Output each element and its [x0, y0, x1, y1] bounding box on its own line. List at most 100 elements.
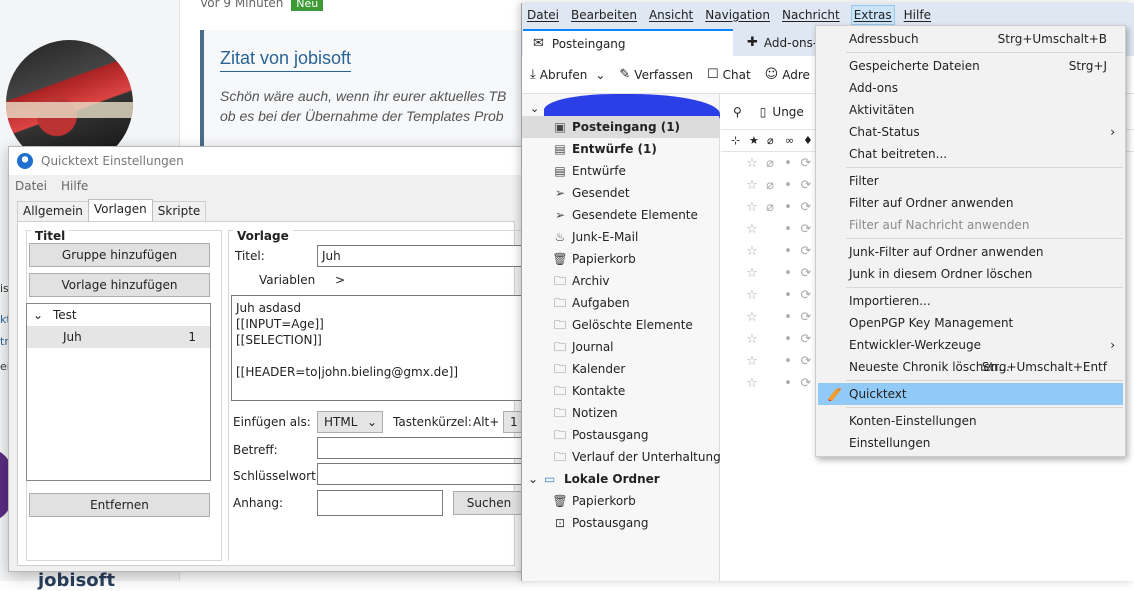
menu-item-aktivitäten[interactable]: Aktivitäten	[816, 99, 1125, 121]
folder-item[interactable]: 🗀 Notizen	[522, 402, 719, 424]
variables-expand-icon[interactable]: >	[335, 273, 345, 287]
tab-inbox[interactable]: ✉ Posteingang	[523, 29, 733, 56]
junk-status-icon[interactable]: ⟳	[797, 288, 815, 303]
window-titlebar[interactable]: Quicktext Einstellungen	[9, 147, 522, 175]
menu-item-adressbuch[interactable]: Adressbuch Strg+Umschalt+B	[816, 28, 1125, 50]
attachment-input[interactable]	[317, 490, 443, 516]
read-status-icon[interactable]: •	[779, 222, 797, 237]
junk-status-icon[interactable]: ⟳	[797, 266, 815, 281]
menu-item-importieren[interactable]: Importieren...	[816, 290, 1125, 312]
menu-item-chat-status[interactable]: Chat-Status ›	[816, 121, 1125, 143]
folder-item[interactable]: 🗀 Gelöschte Elemente	[522, 314, 719, 336]
star-icon[interactable]: ☆	[743, 222, 761, 237]
local-folders-row[interactable]: ⌄ ▭ Lokale Ordner	[522, 468, 719, 490]
folder-item[interactable]: ♨ Junk-E-Mail	[522, 226, 719, 248]
star-icon[interactable]: ☆	[743, 288, 761, 303]
attachment-column-icon[interactable]: ⌀	[767, 134, 785, 147]
quote-author-link[interactable]: Zitat von jobisoft	[220, 48, 352, 72]
chevron-down-icon[interactable]: ⌄	[528, 468, 538, 490]
read-status-icon[interactable]: •	[779, 376, 797, 391]
folder-item[interactable]: 🗀 Verlauf der Unterhaltung	[522, 446, 721, 468]
menu-item-junk-in-diesem-ordner-löschen[interactable]: Junk in diesem Ordner löschen	[816, 263, 1125, 285]
folder-item[interactable]: 🗑 Papierkorb	[522, 248, 719, 270]
menu-extras[interactable]: Extras	[850, 4, 895, 25]
chevron-down-icon[interactable]: ⌄	[33, 304, 43, 326]
folder-item[interactable]: 🗀 Kalender	[522, 358, 719, 380]
unread-filter-label[interactable]: Unge	[772, 105, 803, 119]
menu-item-add-ons[interactable]: Add-ons	[816, 77, 1125, 99]
read-status-icon[interactable]: •	[779, 200, 797, 215]
pin-icon[interactable]: ⚲	[733, 105, 742, 119]
menu-item-chat-beitreten[interactable]: Chat beitreten...	[816, 143, 1125, 165]
keyword-input[interactable]	[317, 463, 529, 485]
chevron-down-icon[interactable]: ⌄	[595, 68, 605, 82]
junk-status-icon[interactable]: ⟳	[797, 310, 815, 325]
menu-navigation[interactable]: Navigation	[705, 8, 770, 22]
star-icon[interactable]: ☆	[743, 266, 761, 281]
remove-button[interactable]: Entfernen	[29, 493, 210, 517]
folder-item[interactable]: ⊡ Postausgang	[522, 512, 719, 534]
menu-item-quicktext[interactable]: Quicktext	[818, 383, 1123, 405]
menu-item-filter-auf-ordner-anwenden[interactable]: Filter auf Ordner anwenden	[816, 192, 1125, 214]
attachment-icon[interactable]: ⌀	[761, 178, 779, 193]
junk-status-icon[interactable]: ⟳	[797, 156, 815, 171]
add-template-button[interactable]: Vorlage hinzufügen	[29, 273, 210, 297]
menu-item-openpgp-key-management[interactable]: OpenPGP Key Management	[816, 312, 1125, 334]
junk-status-icon[interactable]: ⟳	[797, 222, 815, 237]
menu-hilfe[interactable]: Hilfe	[61, 179, 88, 193]
junk-status-icon[interactable]: ⟳	[797, 178, 815, 193]
star-icon[interactable]: ☆	[743, 156, 761, 171]
folder-item[interactable]: ▤ Entwürfe (1)	[522, 138, 719, 160]
folder-item[interactable]: 🗑 Papierkorb	[522, 490, 719, 512]
chat-button[interactable]: ☐ Chat	[707, 67, 751, 82]
read-status-icon[interactable]: •	[779, 178, 797, 193]
star-icon[interactable]: ☆	[743, 178, 761, 193]
folder-item[interactable]: ▣ Posteingang (1)	[522, 116, 719, 138]
tree-item-row[interactable]: Juh 1	[27, 326, 210, 348]
chevron-down-icon[interactable]: ⌄	[530, 102, 539, 115]
read-status-icon[interactable]: •	[779, 288, 797, 303]
read-status-icon[interactable]: •	[779, 266, 797, 281]
read-status-icon[interactable]: •	[779, 244, 797, 259]
read-status-icon[interactable]: •	[779, 354, 797, 369]
junk-status-icon[interactable]: ⟳	[797, 376, 815, 391]
junk-status-icon[interactable]: ⟳	[797, 200, 815, 215]
menu-datei[interactable]: Datei	[15, 179, 47, 193]
menu-item-konten-einstellungen[interactable]: Konten-Einstellungen	[816, 410, 1125, 432]
search-button[interactable]: Suchen	[453, 491, 525, 515]
folder-item[interactable]: 🗀 Journal	[522, 336, 719, 358]
variables-label[interactable]: Variablen	[259, 273, 315, 287]
folder-item[interactable]: ➢ Gesendet	[522, 182, 719, 204]
star-icon[interactable]: ☆	[743, 332, 761, 347]
folder-item[interactable]: 🗀 Postausgang	[522, 424, 719, 446]
template-tree[interactable]: ⌄ Test Juh 1	[26, 303, 211, 481]
star-column-icon[interactable]: ★	[749, 134, 767, 147]
attachment-icon[interactable]: ⌀	[761, 156, 779, 171]
menu-item-filter[interactable]: Filter	[816, 170, 1125, 192]
menu-item-entwickler-werkzeuge[interactable]: Entwickler-Werkzeuge ›	[816, 334, 1125, 356]
title-input[interactable]: Juh	[317, 245, 529, 267]
folder-item[interactable]: 🗀 Aufgaben	[522, 292, 719, 314]
compose-button[interactable]: ✎ Verfassen	[619, 67, 693, 82]
read-status-icon[interactable]: •	[779, 156, 797, 171]
tab-vorlagen[interactable]: Vorlagen	[87, 199, 153, 221]
insert-as-select[interactable]: HTML ⌄	[317, 411, 383, 433]
menu-bearbeiten[interactable]: Bearbeiten	[571, 8, 637, 22]
template-textarea[interactable]: Juh asdasd [[INPUT=Age]] [[SELECTION]] […	[231, 295, 529, 401]
add-group-button[interactable]: Gruppe hinzufügen	[29, 243, 210, 267]
read-status-icon[interactable]: •	[779, 310, 797, 325]
menu-item-neueste-chronik-löschen[interactable]: Neueste Chronik löschen... Strg+Umschalt+…	[816, 356, 1125, 378]
junk-status-icon[interactable]: ⟳	[797, 354, 815, 369]
thread-column-icon[interactable]: ⊹	[731, 134, 749, 147]
menu-nachricht[interactable]: Nachricht	[782, 8, 840, 22]
attachment-icon[interactable]: ⌀	[761, 200, 779, 215]
folder-item[interactable]: ➢ Gesendete Elemente	[522, 204, 719, 226]
star-icon[interactable]: ☆	[743, 354, 761, 369]
menu-hilfe[interactable]: Hilfe	[904, 8, 931, 22]
folder-item[interactable]: 🗀 Archiv	[522, 270, 719, 292]
menu-item-gespeicherte-dateien[interactable]: Gespeicherte Dateien Strg+J	[816, 55, 1125, 77]
star-icon[interactable]: ☆	[743, 200, 761, 215]
star-icon[interactable]: ☆	[743, 310, 761, 325]
subject-input[interactable]	[317, 437, 529, 459]
junk-status-icon[interactable]: ⟳	[797, 332, 815, 347]
